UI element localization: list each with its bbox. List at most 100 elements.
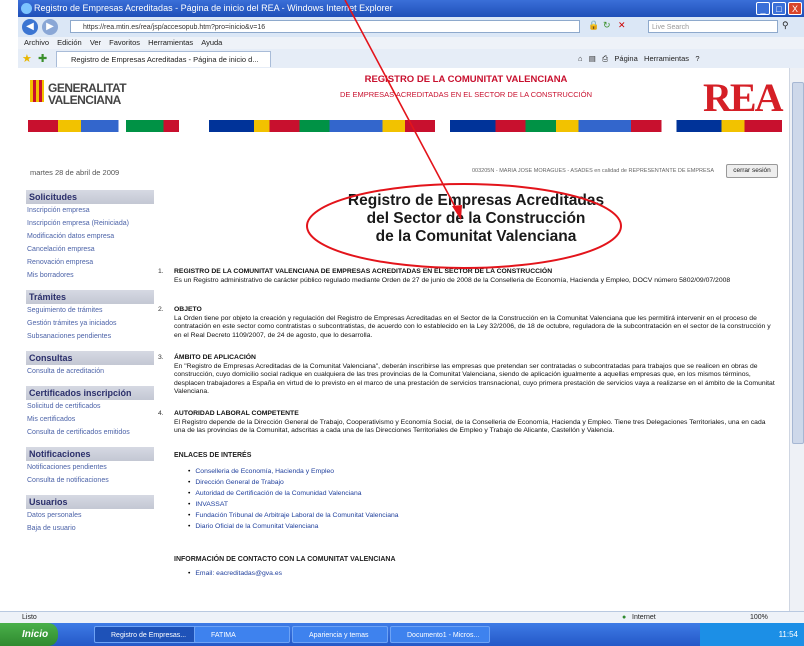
sidebar-section-notificaciones: Notificaciones	[26, 447, 154, 461]
sidebar-section-solicitudes: Solicitudes	[26, 190, 154, 204]
internet-explorer-icon	[21, 3, 32, 14]
close-button[interactable]: X	[788, 2, 802, 15]
banner: REGISTRO DE LA COMUNITAT VALENCIANA DE E…	[216, 74, 716, 99]
task-apariencia[interactable]: Apariencia y temas	[292, 626, 388, 643]
sidebar-item-consulta-certificados[interactable]: Consulta de certificados emitidos	[26, 426, 154, 439]
tools-menu[interactable]: Herramientas	[644, 54, 689, 63]
sidebar-section-usuarios: Usuarios	[26, 495, 154, 509]
generalitat-logo: GENERALITAT VALENCIANA	[30, 76, 130, 120]
stop-icon[interactable]: ✕	[618, 20, 626, 31]
print-icon[interactable]: ⎙	[602, 54, 608, 63]
sidebar-item-mis-certificados[interactable]: Mis certificados	[26, 413, 154, 426]
address-input[interactable]: https://rea.mtin.es/rea/jsp/accesopub.ht…	[70, 20, 580, 33]
sidebar-item-datos-personales[interactable]: Datos personales	[26, 509, 154, 522]
page-title-line1: Registro de Empresas Acreditadas	[347, 192, 605, 209]
task-fatima[interactable]: FATIMA	[194, 626, 290, 643]
sidebar-item-gestion[interactable]: Gestión trámites ya iniciados	[26, 317, 154, 330]
address-toolbar: ◀ ▶ https://rea.mtin.es/rea/jsp/accesopu…	[18, 17, 804, 38]
sidebar-item-inscripcion[interactable]: Inscripción empresa	[26, 204, 154, 217]
section-text: La Orden tiene por objeto la creación y …	[174, 314, 771, 339]
search-input[interactable]: Live Search	[648, 20, 778, 33]
link-diario-oficial[interactable]: Diario Oficial de la Comunitat Valencian…	[188, 521, 399, 532]
feeds-icon[interactable]: ▤	[589, 54, 596, 63]
page-title: Registro de Empresas Acreditadas del Sec…	[326, 192, 626, 246]
start-button[interactable]: Inicio	[0, 623, 58, 646]
vertical-scrollbar[interactable]	[789, 68, 804, 611]
page-content: GENERALITAT VALENCIANA REGISTRO DE LA CO…	[18, 68, 789, 611]
maximize-button[interactable]: □	[772, 2, 786, 15]
page-title-line2: del Sector de la Construcción	[366, 210, 586, 227]
section-text: El Registro depende de la Dirección Gene…	[174, 418, 766, 435]
section-registro: 1. REGISTRO DE LA COMUNITAT VALENCIANA D…	[158, 268, 778, 285]
scrollbar-thumb[interactable]	[792, 82, 804, 444]
page-menu[interactable]: Página	[614, 54, 637, 63]
sidebar-item-cancelacion[interactable]: Cancelación empresa	[26, 243, 154, 256]
add-favorite-icon[interactable]: ✚	[38, 52, 47, 65]
logo-line2: VALENCIANA	[48, 93, 121, 107]
link-fundacion-tribunal[interactable]: Fundación Tribunal de Arbitraje Laboral …	[188, 510, 398, 521]
menu-archivo[interactable]: Archivo	[24, 38, 49, 47]
minimize-button[interactable]: _	[756, 2, 770, 15]
section-number: 2.	[158, 306, 164, 313]
sidebar-item-solicitud-certificados[interactable]: Solicitud de certificados	[26, 400, 154, 413]
tab-registro[interactable]: Registro de Empresas Acreditadas - Págin…	[56, 51, 271, 67]
links-list: Conselleria de Economía, Hacienda y Empl…	[188, 466, 399, 532]
help-icon[interactable]: ?	[695, 54, 699, 63]
contact-email-link[interactable]: Email: eacreditadas@gva.es	[188, 570, 282, 577]
home-icon[interactable]: ⌂	[578, 54, 583, 63]
user-info: 003205N - MARIA JOSE MORAGUES - ASADES e…	[472, 168, 714, 174]
favorites-star-icon[interactable]: ★	[22, 52, 32, 65]
sidebar-item-baja-usuario[interactable]: Baja de usuario	[26, 522, 154, 535]
sidebar-item-consulta-notificaciones[interactable]: Consulta de notificaciones	[26, 474, 154, 487]
section-number: 4.	[158, 410, 164, 417]
status-text: Listo	[22, 614, 37, 621]
section-number: 1.	[158, 268, 164, 275]
lock-icon[interactable]: 🔒	[588, 20, 599, 31]
forward-icon[interactable]: ▶	[42, 19, 58, 35]
taskbar: Inicio Registro de Empresas... FATIMA Ap…	[0, 623, 804, 646]
sidebar-item-inscripcion-reiniciada[interactable]: Inscripción empresa (Reiniciada)	[26, 217, 154, 230]
task-documento[interactable]: Documento1 - Micros...	[390, 626, 490, 643]
section-autoridad: 4. AUTORIDAD LABORAL COMPETENTE El Regis…	[158, 410, 778, 436]
sidebar-item-notificaciones-pendientes[interactable]: Notificaciones pendientes	[26, 461, 154, 474]
search-icon[interactable]: ⚲	[782, 20, 789, 31]
contact-heading: INFORMACIÓN DE CONTACTO CON LA COMUNITAT…	[174, 556, 396, 563]
link-invassat[interactable]: INVASSAT	[188, 499, 399, 510]
section-heading: AUTORIDAD LABORAL COMPETENTE	[174, 410, 299, 417]
menu-edicion[interactable]: Edición	[57, 38, 82, 47]
section-heading: OBJETO	[174, 306, 202, 313]
link-direccion-trabajo[interactable]: Dirección General de Trabajo	[188, 477, 399, 488]
refresh-icon[interactable]: ↻	[603, 20, 611, 31]
logout-button[interactable]: cerrar sesión	[726, 164, 778, 178]
sidebar-item-consulta-acreditacion[interactable]: Consulta de acreditación	[26, 365, 154, 378]
link-conselleria[interactable]: Conselleria de Economía, Hacienda y Empl…	[188, 466, 399, 477]
back-icon[interactable]: ◀	[22, 19, 38, 35]
sidebar-item-borradores[interactable]: Mis borradores	[26, 269, 154, 282]
command-bar: ⌂ ▤ ⎙ Página Herramientas ?	[578, 52, 700, 65]
section-heading: REGISTRO DE LA COMUNITAT VALENCIANA DE E…	[174, 268, 553, 275]
task-registro[interactable]: Registro de Empresas...	[94, 626, 198, 643]
sidebar-item-renovacion[interactable]: Renovación empresa	[26, 256, 154, 269]
banner-title: REGISTRO DE LA COMUNITAT VALENCIANA	[364, 74, 568, 85]
window-titlebar: Registro de Empresas Acreditadas - Págin…	[18, 0, 804, 17]
sidebar: Solicitudes Inscripción empresa Inscripc…	[26, 190, 154, 535]
page-title-line3: de la Comunitat Valenciana	[375, 228, 577, 245]
menu-bar: Archivo Edición Ver Favoritos Herramient…	[18, 37, 804, 49]
current-date: martes 28 de abril de 2009	[30, 168, 120, 177]
clock: 11:54	[778, 630, 798, 639]
menu-ver[interactable]: Ver	[90, 38, 101, 47]
section-ambito: 3. ÁMBITO DE APLICACIÓN En "Registro de …	[158, 354, 778, 397]
window-title: Registro de Empresas Acreditadas - Págin…	[34, 3, 393, 13]
sidebar-item-modificacion[interactable]: Modificación datos empresa	[26, 230, 154, 243]
section-heading: ÁMBITO DE APLICACIÓN	[174, 354, 256, 361]
menu-ayuda[interactable]: Ayuda	[201, 38, 222, 47]
section-text: En "Registro de Empresas Acreditadas de …	[174, 362, 775, 396]
rea-logo: REA	[703, 75, 783, 120]
menu-herramientas[interactable]: Herramientas	[148, 38, 193, 47]
menu-favoritos[interactable]: Favoritos	[109, 38, 140, 47]
sidebar-item-seguimiento[interactable]: Seguimiento de trámites	[26, 304, 154, 317]
banner-subtitle: DE EMPRESAS ACREDITADAS EN EL SECTOR DE …	[340, 90, 592, 99]
sidebar-section-certificados: Certificados inscripción	[26, 386, 154, 400]
link-autoridad-certificacion[interactable]: Autoridad de Certificación de la Comunid…	[188, 488, 399, 499]
sidebar-item-subsanaciones[interactable]: Subsanaciones pendientes	[26, 330, 154, 343]
